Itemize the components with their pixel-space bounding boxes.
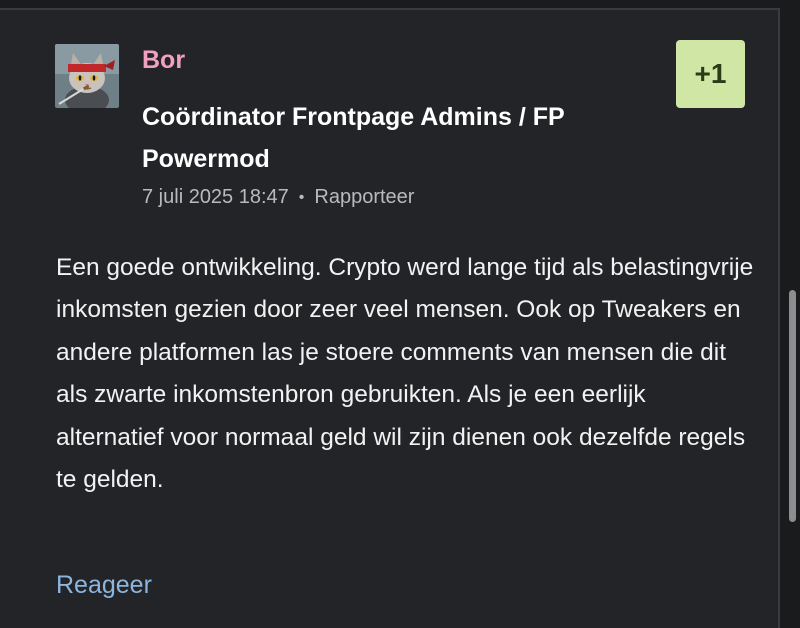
- comment-timestamp[interactable]: 7 juli 2025 18:47: [142, 186, 289, 209]
- meta-separator: •: [298, 188, 305, 206]
- score-badge[interactable]: +1: [676, 40, 745, 108]
- comment-meta: 7 juli 2025 18:47 • Rapporteer: [142, 186, 414, 209]
- ninja-cat-icon: [55, 44, 119, 108]
- report-link[interactable]: Rapporteer: [314, 186, 414, 209]
- reply-link[interactable]: Reageer: [56, 571, 152, 600]
- user-avatar[interactable]: [55, 44, 119, 108]
- comment-card: Bor Coördinator Frontpage Admins / FP Po…: [0, 8, 780, 628]
- scrollbar[interactable]: [789, 290, 796, 522]
- author-name[interactable]: Bor: [142, 46, 185, 75]
- author-role: Coördinator Frontpage Admins / FP Powerm…: [142, 103, 565, 173]
- comment-body: Een goede ontwikkeling. Crypto werd lang…: [56, 254, 754, 494]
